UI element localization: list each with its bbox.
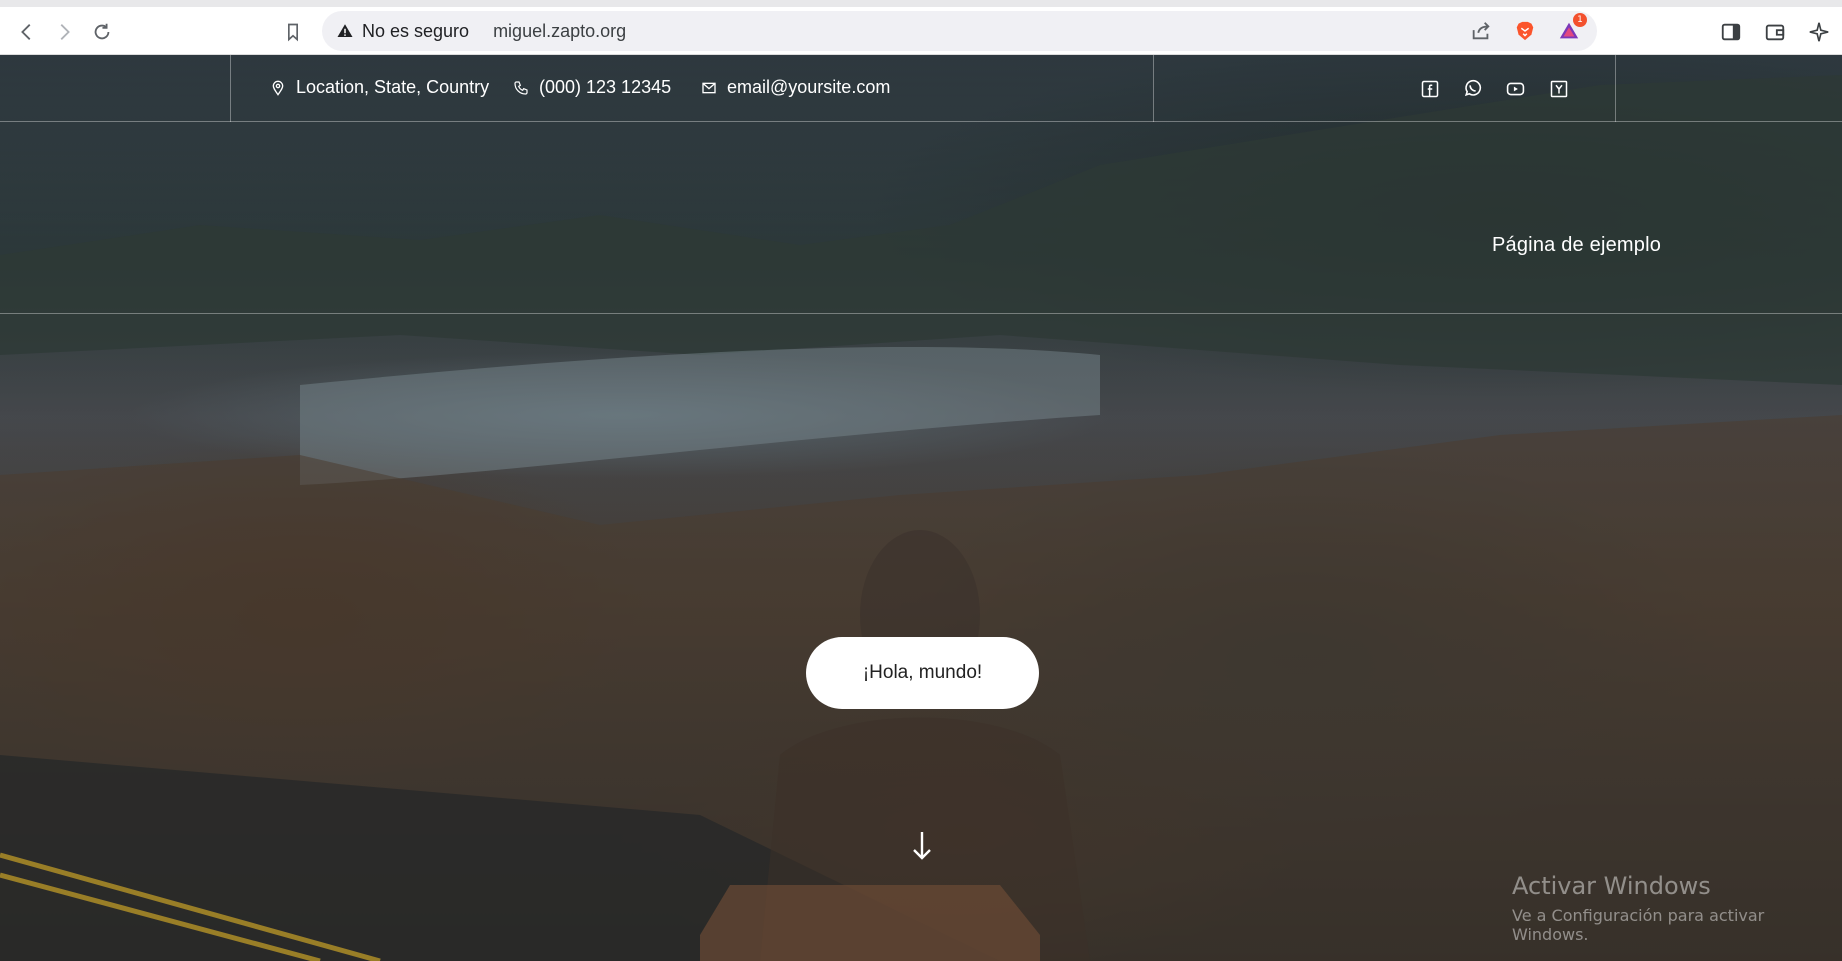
email-text[interactable]: email@yoursite.com (727, 77, 890, 98)
map-pin-icon (272, 80, 284, 96)
phone-icon (514, 80, 528, 95)
nav-item-sample-page[interactable]: Página de ejemplo (1492, 234, 1661, 257)
sparkle-icon (1809, 22, 1829, 42)
hero-section: Location, State, Country (000) 123 12345… (0, 55, 1842, 961)
bookmark-icon (288, 23, 298, 42)
brave-shields-button[interactable] (1511, 17, 1539, 45)
forward-arrow-icon (60, 24, 70, 40)
facebook-icon[interactable] (1420, 79, 1439, 98)
scroll-down-arrow-icon[interactable] (911, 828, 933, 862)
url-text[interactable]: miguel.zapto.org (493, 21, 626, 42)
brave-lion-icon (1516, 21, 1534, 41)
main-navigation: Página de ejemplo (0, 122, 1842, 314)
browser-toolbar: No es seguro miguel.zapto.org 1 (0, 0, 1842, 55)
topbar-divider (1153, 55, 1154, 122)
location-text: Location, State, Country (296, 77, 490, 97)
leo-ai-button[interactable] (1802, 16, 1836, 48)
mail-icon (702, 82, 716, 93)
contact-phone[interactable]: (000) 123 12345 (513, 77, 671, 98)
whatsapp-icon[interactable] (1463, 79, 1482, 98)
sidebar-icon (1721, 23, 1741, 41)
address-bar[interactable]: No es seguro miguel.zapto.org 1 (322, 11, 1597, 51)
security-status-label[interactable]: No es seguro (362, 21, 469, 42)
warning-icon[interactable] (336, 22, 354, 40)
sidebar-toggle-button[interactable] (1714, 16, 1748, 48)
windows-activation-watermark: Activar Windows Ve a Configuración para … (1512, 872, 1842, 944)
youtube-icon[interactable] (1506, 79, 1525, 98)
rewards-badge: 1 (1573, 13, 1587, 27)
reload-icon (94, 23, 110, 40)
contact-topbar: Location, State, Country (000) 123 12345… (0, 55, 1842, 122)
social-links (1420, 79, 1568, 98)
wallet-button[interactable] (1758, 16, 1792, 48)
share-button[interactable] (1467, 17, 1495, 45)
phone-text[interactable]: (000) 123 12345 (539, 77, 671, 98)
watermark-title: Activar Windows (1512, 872, 1711, 900)
wallet-icon (1765, 24, 1785, 41)
contact-email[interactable]: email@yoursite.com (701, 77, 890, 98)
back-button[interactable] (10, 16, 44, 48)
reload-button[interactable] (85, 16, 119, 48)
back-arrow-icon (21, 24, 31, 40)
forward-button[interactable] (47, 16, 81, 48)
watermark-subtitle: Ve a Configuración para activar Windows. (1512, 906, 1765, 944)
brave-rewards-button[interactable]: 1 (1555, 13, 1587, 45)
hello-world-button[interactable]: ¡Hola, mundo! (806, 637, 1039, 709)
share-icon (1472, 22, 1490, 40)
bookmark-button[interactable] (276, 16, 310, 48)
contact-location: Location, State, Country (270, 77, 489, 98)
yelp-icon[interactable] (1549, 79, 1568, 98)
